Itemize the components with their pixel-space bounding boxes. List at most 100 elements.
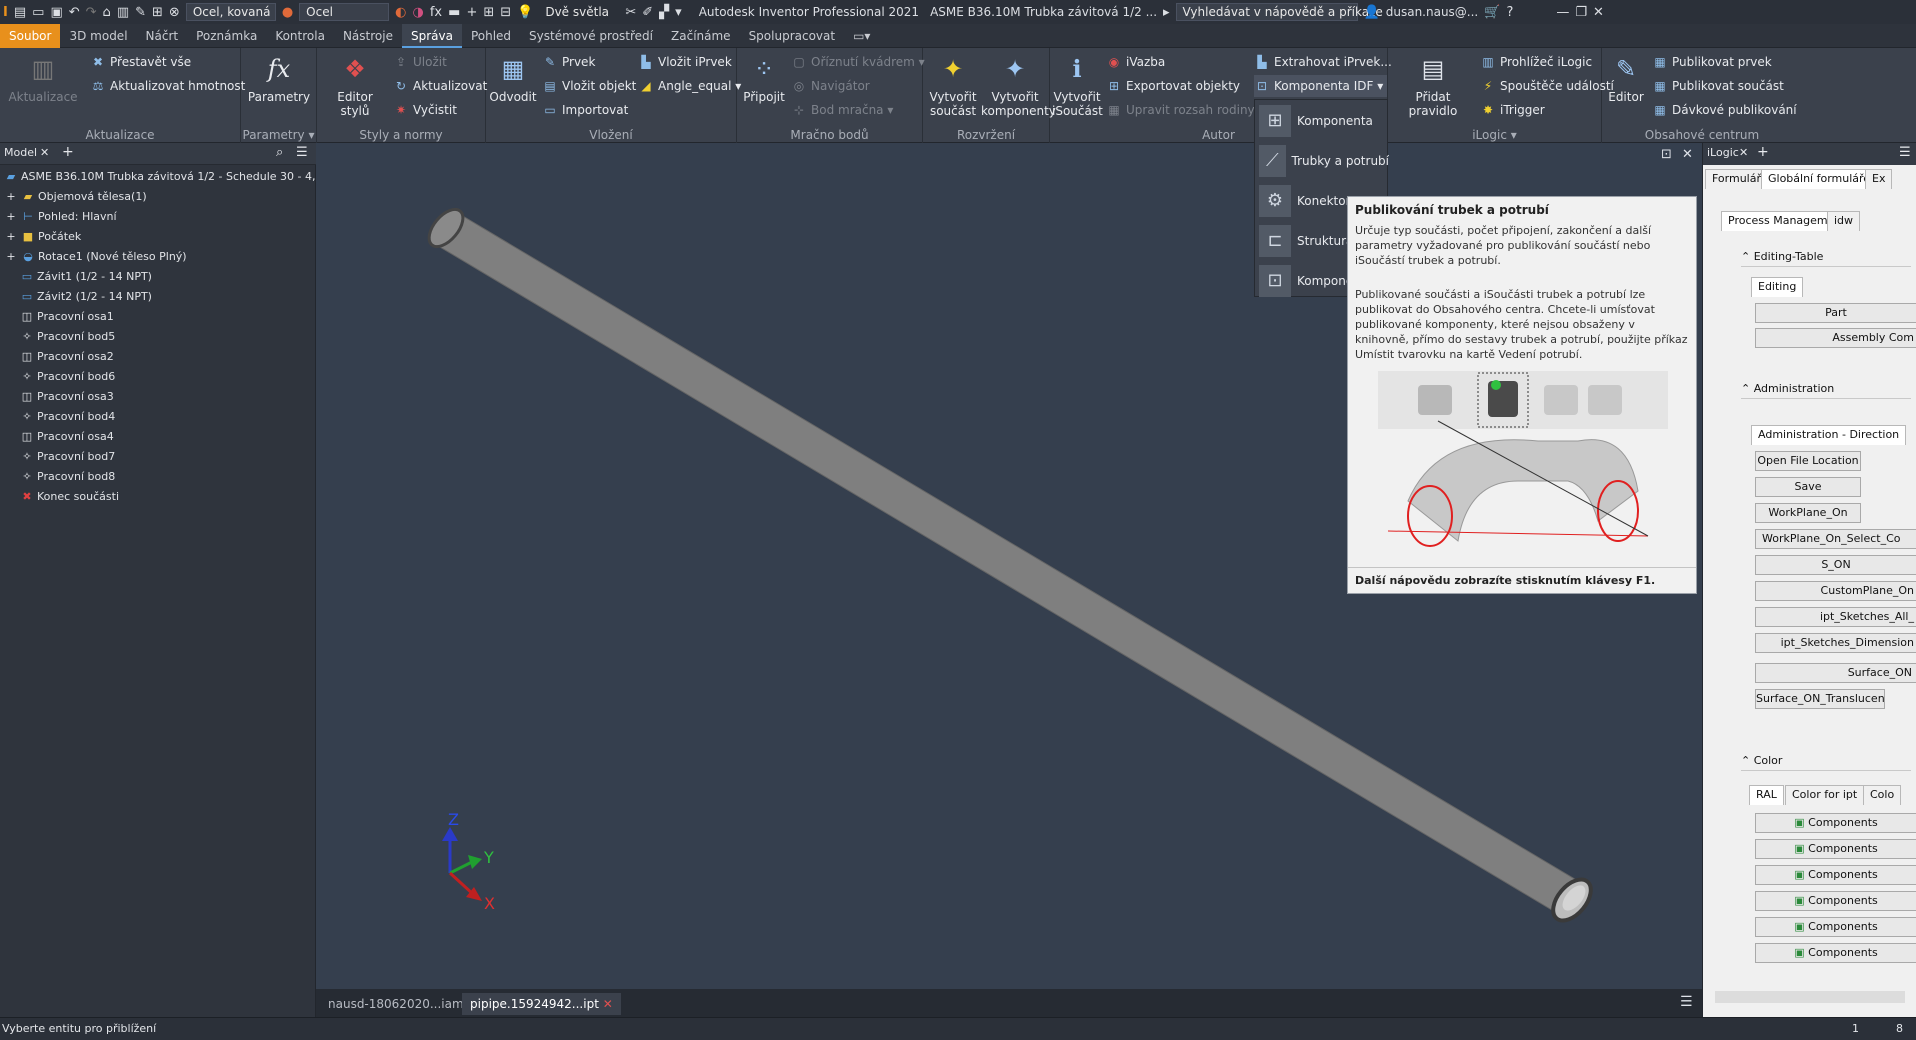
- components-button[interactable]: ▣ Components: [1755, 943, 1916, 963]
- close-tab-icon[interactable]: ✕: [603, 997, 613, 1011]
- vlozit-objekt-button[interactable]: ▤ Vložit objekt: [542, 75, 636, 97]
- add-browser-icon[interactable]: +: [62, 144, 74, 160]
- tab-colo[interactable]: Colo: [1863, 785, 1902, 805]
- minimize-icon[interactable]: —: [1556, 5, 1569, 20]
- workplane-on-button[interactable]: WorkPlane_On: [1755, 503, 1861, 523]
- tab-nacrt[interactable]: Náčrt: [137, 24, 188, 48]
- vycistit-button[interactable]: ✷ Vyčistit: [393, 99, 457, 121]
- components-button[interactable]: ▣ Components: [1755, 891, 1916, 911]
- maximize-view-icon[interactable]: ⊡: [1661, 147, 1672, 162]
- help-icon[interactable]: ?: [1506, 5, 1513, 20]
- expand-icon[interactable]: +: [4, 207, 18, 227]
- ilogic-tab[interactable]: iLogic: [1707, 146, 1739, 159]
- itrigger-button[interactable]: ✸ iTrigger: [1480, 99, 1545, 121]
- tabs-menu-icon[interactable]: ☰: [1680, 994, 1693, 1010]
- close-window-icon[interactable]: ✕: [1593, 5, 1604, 20]
- prestavet-vse-button[interactable]: ✖ Přestavět vše: [90, 51, 191, 73]
- ilogic-horizontal-scrollbar[interactable]: [1715, 991, 1905, 1003]
- vytvorit-soucast-button[interactable]: ✦ Vytvořit součást: [925, 52, 981, 118]
- ruler-icon[interactable]: ▬: [448, 5, 460, 20]
- save-button[interactable]: Save: [1755, 477, 1861, 497]
- tree-item[interactable]: ✧ Pracovní bod8: [20, 467, 336, 487]
- tree-item[interactable]: ◫ Pracovní osa1: [20, 307, 336, 327]
- tree-item[interactable]: ◫ Pracovní osa2: [20, 347, 336, 367]
- surface-on-button[interactable]: Surface_ON: [1755, 663, 1916, 683]
- komponenta-idf-dropdown[interactable]: ⊡ Komponenta IDF ▾: [1254, 75, 1388, 97]
- surface-on-translucent-button[interactable]: Surface_ON_Translucent: [1755, 689, 1885, 709]
- help-search-input[interactable]: Vyhledávat v nápovědě a příkaze: [1175, 3, 1383, 21]
- expand-icon[interactable]: +: [4, 247, 18, 267]
- subtab-ex[interactable]: Ex: [1865, 169, 1893, 189]
- spoustece-udalosti-button[interactable]: ⚡ Spouštěče událostí: [1480, 75, 1614, 97]
- section-color[interactable]: ⌃ Color: [1741, 751, 1911, 771]
- tools-icon[interactable]: ✂: [625, 5, 636, 20]
- expand-icon[interactable]: +: [4, 227, 18, 247]
- redo-icon[interactable]: ↷: [86, 5, 97, 20]
- vytvorit-komponenty-button[interactable]: ✦ Vytvořit komponenty: [981, 52, 1056, 118]
- dropdown-item-komponenta[interactable]: ⊞ Komponenta: [1255, 102, 1389, 140]
- editor-stylu-button[interactable]: ❖ Editor stylů: [321, 52, 389, 118]
- davkove-publikovani-button[interactable]: ▦ Dávkové publikování: [1652, 99, 1796, 121]
- restore-icon[interactable]: ❐: [1575, 5, 1587, 20]
- open-icon[interactable]: ▭: [32, 5, 44, 20]
- tree-item[interactable]: ✖ Konec součásti: [20, 487, 336, 507]
- user-name[interactable]: dusan.naus@...: [1386, 5, 1479, 19]
- doc-tab-assembly[interactable]: nausd-18062020...iam: [320, 993, 472, 1015]
- aktualizovat-hmotnost-button[interactable]: ⚖ Aktualizovat hmotnost: [90, 75, 246, 97]
- tab-poznamka[interactable]: Poznámka: [187, 24, 266, 48]
- tree-item[interactable]: ◫ Pracovní osa4: [20, 427, 336, 447]
- upravit-rozsah-rodiny-button[interactable]: ▦Upravit rozsah rodiny ▾: [1106, 99, 1264, 121]
- navigator-button[interactable]: ◎ Navigátor: [791, 75, 870, 97]
- tree-item[interactable]: ✧ Pracovní bod4: [20, 407, 336, 427]
- tree-item[interactable]: + ■ Počátek: [4, 227, 320, 247]
- clear-override-icon[interactable]: ⊗: [169, 5, 180, 20]
- assembly-com-button[interactable]: Assembly Com: [1755, 328, 1916, 348]
- tree-item[interactable]: ▭ Závit2 (1/2 - 14 NPT): [20, 287, 336, 307]
- components-button[interactable]: ▣ Components: [1755, 865, 1916, 885]
- tree-item[interactable]: + ◒ Rotace1 (Nové těleso Plný): [4, 247, 320, 267]
- aktualizovat-button[interactable]: ↻ Aktualizovat: [393, 75, 487, 97]
- fx-icon[interactable]: fx: [430, 5, 442, 20]
- grid-icon[interactable]: ⊞: [483, 5, 494, 20]
- panel-title-parametry[interactable]: Parametry ▾: [241, 127, 316, 143]
- inventor-logo[interactable]: I: [3, 5, 8, 20]
- part-button[interactable]: Part: [1755, 303, 1916, 323]
- tree-item[interactable]: ✧ Pracovní bod5: [20, 327, 336, 347]
- save-icon[interactable]: ▣: [50, 5, 62, 20]
- pripojit-button[interactable]: ⁘ Připojit: [741, 52, 787, 104]
- plus-icon[interactable]: +: [466, 5, 477, 20]
- window-icon[interactable]: ▞: [659, 5, 669, 20]
- tab-soubor[interactable]: Soubor: [0, 23, 61, 48]
- components-button[interactable]: ▣ Components: [1755, 917, 1916, 937]
- tree-item[interactable]: ✧ Pracovní bod7: [20, 447, 336, 467]
- material-dropdown[interactable]: Ocel, kovaná: [185, 3, 276, 21]
- ivazba-button[interactable]: ◉ iVazba: [1106, 51, 1165, 73]
- measure-icon[interactable]: ✎: [135, 5, 146, 20]
- new-file-icon[interactable]: ▤: [14, 5, 26, 20]
- close-view-icon[interactable]: ✕: [1682, 147, 1693, 162]
- vlozit-iprvek-button[interactable]: ▙ Vložit iPrvek: [638, 51, 731, 73]
- ilogic-menu-icon[interactable]: ☰: [1899, 145, 1911, 160]
- doc-tab-part[interactable]: pipipe.15924942...ipt ✕: [462, 993, 621, 1015]
- color-clear-icon[interactable]: ◑: [413, 5, 424, 20]
- vytvorit-isoucast-button[interactable]: ℹ Vytvořit iSoučást: [1052, 52, 1103, 118]
- dropdown-item-trubky[interactable]: ⟋ Trubky a potrubí: [1255, 142, 1389, 180]
- tree-item[interactable]: ✧ Pracovní bod6: [20, 367, 336, 387]
- panel-title-ilogic[interactable]: iLogic ▾: [1388, 127, 1601, 143]
- undo-icon[interactable]: ↶: [69, 5, 80, 20]
- tab-spolupracovat[interactable]: Spolupracovat: [740, 24, 845, 48]
- expand-icon[interactable]: +: [4, 187, 18, 207]
- tab-color-for-ipt[interactable]: Color for ipt: [1785, 785, 1865, 805]
- exportovat-objekty-button[interactable]: ⊞ Exportovat objekty: [1106, 75, 1240, 97]
- open-file-location-button[interactable]: Open File Location: [1755, 451, 1861, 471]
- tab-3d-model[interactable]: 3D model: [60, 24, 136, 48]
- tree-item[interactable]: + ▰ Objemová tělesa(1): [4, 187, 320, 207]
- tab-editing[interactable]: Editing: [1751, 277, 1804, 297]
- tab-kontrola[interactable]: Kontrola: [266, 24, 334, 48]
- angle-equal-dropdown[interactable]: ◢ Angle_equal ▾: [638, 75, 741, 97]
- add-ilogic-icon[interactable]: +: [1757, 144, 1769, 160]
- close-ilogic-icon[interactable]: ✕: [1739, 146, 1748, 159]
- brush-icon[interactable]: ✐: [642, 5, 653, 20]
- bod-mracna-button[interactable]: ⊹ Bod mračna ▾: [791, 99, 893, 121]
- extrahovat-iprvek-button[interactable]: ▙ Extrahovat iPrvek...: [1254, 51, 1391, 73]
